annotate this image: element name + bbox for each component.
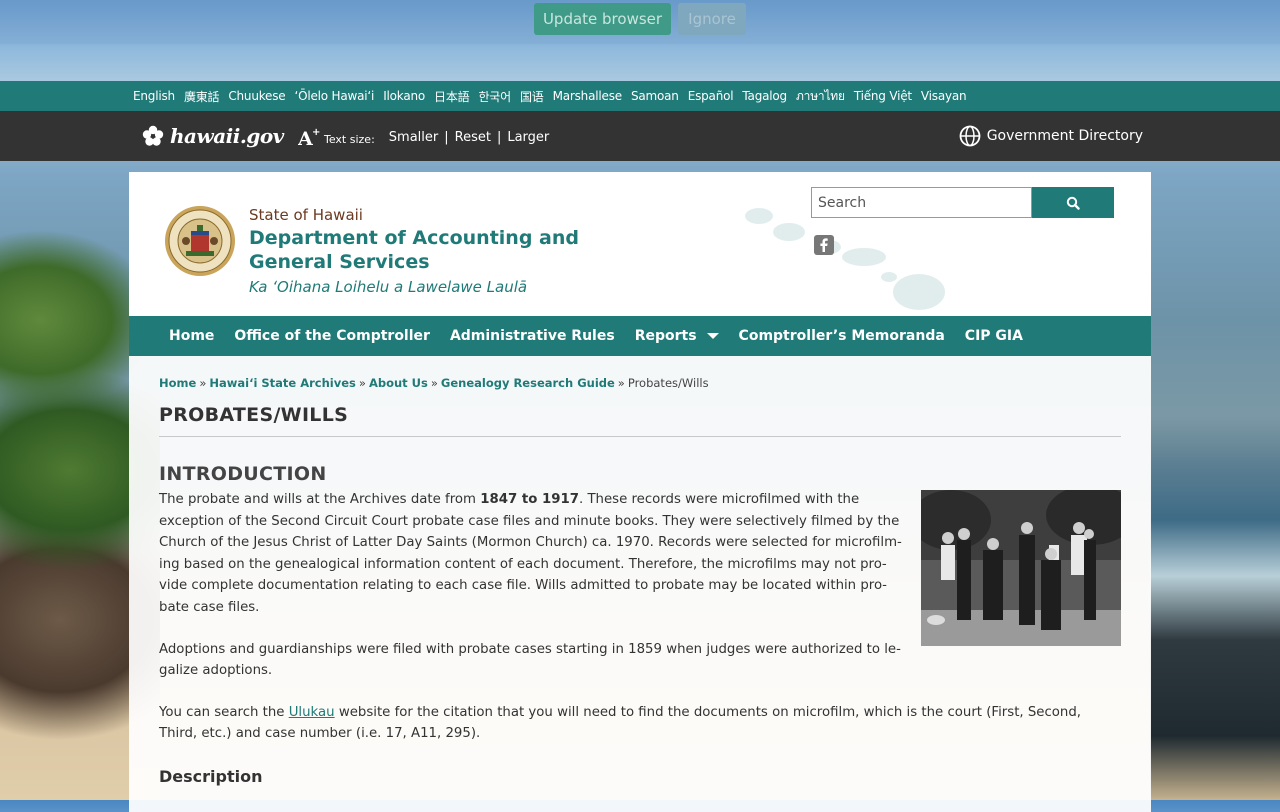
text-size-icon: A + (298, 127, 320, 147)
date-range: 1847 to 1917 (480, 492, 579, 507)
government-directory-label: Government Directory (986, 128, 1143, 144)
breadcrumb: Home» Hawaiʻi State Archives» About Us» Gen… (159, 376, 1121, 390)
separator: | (444, 129, 449, 145)
search-input[interactable] (811, 187, 1032, 218)
language-link[interactable]: ʻŌlelo Hawaiʻi (294, 89, 374, 103)
language-link[interactable]: ภาษาไทย (796, 87, 845, 106)
page-title: PROBATES/WILLS (159, 404, 1121, 437)
globe-icon (959, 125, 981, 147)
nav-item-label: Reports (634, 328, 697, 344)
nav-item-label: Comptroller’s Memoranda (738, 328, 945, 344)
breadcrumb-separator: » (358, 376, 366, 390)
page-content: Home» Hawaiʻi State Archives» About Us» Gen… (159, 356, 1121, 786)
chevron-down-icon (706, 333, 719, 339)
breadcrumb-separator: » (617, 376, 625, 390)
language-link[interactable]: Español (688, 89, 734, 103)
separator: | (496, 129, 502, 145)
language-link[interactable]: Chuukese (228, 89, 285, 103)
text-smaller-link[interactable]: Smaller (389, 130, 438, 145)
language-link[interactable]: 国语 (520, 88, 544, 105)
site-header: State of Hawaii Department of Accounting… (129, 172, 1151, 316)
svg-text:+: + (312, 127, 320, 138)
main-card: State of Hawaii Department of Accounting… (129, 172, 1151, 812)
description-heading: Description (159, 766, 263, 786)
state-seal-icon (165, 206, 235, 276)
nav-item-label: Office of the Comptroller (234, 328, 430, 344)
language-link[interactable]: Marshallese (553, 89, 623, 103)
breadcrumb-link[interactable]: Home (159, 376, 196, 390)
nav-item[interactable]: CIP GIA (945, 328, 1023, 344)
language-link[interactable]: Tagalog (742, 89, 787, 103)
intro-text: The probate and wills at the Archives da… (159, 492, 481, 507)
breadcrumb-current: Probates/Wills (627, 376, 709, 390)
svg-text:A: A (298, 128, 313, 147)
search-button[interactable] (1032, 187, 1114, 218)
nav-item[interactable]: Office of the Comptroller (214, 328, 430, 344)
text-reset-link[interactable]: Reset (455, 130, 491, 145)
breadcrumb-separator: » (430, 376, 438, 390)
update-browser-button[interactable]: Update browser (534, 3, 671, 35)
language-list: English 廣東話 Chuukese ʻŌlelo Hawaiʻi Ilokano 日… (133, 81, 975, 111)
language-link[interactable]: Ilokano (383, 89, 425, 103)
nav-item-label: Administrative Rules (449, 328, 615, 344)
hawaii-gov-logo[interactable]: hawaii.gov (142, 124, 284, 148)
historical-family-photo (921, 490, 1121, 646)
language-bar: English 廣東話 Chuukese ʻŌlelo Hawaiʻi Ilokano 日… (0, 81, 1280, 111)
browser-update-bar: Update browser Ignore (0, 0, 1280, 44)
search-icon (1066, 196, 1080, 210)
breadcrumb-link[interactable]: Genealogy Research Guide (441, 376, 615, 390)
nav-item[interactable]: Reports (615, 328, 719, 344)
language-link[interactable]: 日本語 (434, 88, 470, 105)
intro-paragraph-1: The probate and wills at the Archives da… (159, 489, 905, 619)
main-navigation: Home Office of the Comptroller Administrat… (129, 316, 1151, 356)
department-name[interactable]: Department of Accounting and General Ser… (249, 226, 669, 274)
text-larger-link[interactable]: Larger (507, 130, 549, 145)
department-hawaiian-name: Ka ʻOihana Loihelu a Lawelawe Laulā (249, 278, 528, 296)
intro-paragraph-2: Adoptions and guardianships were filed w… (159, 641, 901, 679)
text-size-control: A + Text size: Smaller | Reset | Larger (298, 127, 549, 147)
nav-item[interactable]: Home (129, 328, 214, 344)
breadcrumb-separator: » (199, 376, 207, 390)
introduction-heading: INTRODUCTION (159, 463, 327, 485)
language-link[interactable]: 한국어 (478, 88, 511, 105)
hibiscus-icon (142, 125, 164, 146)
portal-bar: hawaii.gov A + Text size: Smaller | Rese… (0, 111, 1280, 161)
intro-paragraph-3: You can search the Ulukau website for th… (159, 702, 1121, 745)
ignore-button[interactable]: Ignore (678, 3, 746, 35)
nav-item[interactable]: Comptroller’s Memoranda (719, 328, 945, 344)
hawaii-gov-logo-text: hawaii.gov (170, 124, 284, 148)
nav-item-label: CIP GIA (964, 328, 1023, 344)
state-name: State of Hawaii (249, 206, 363, 224)
language-link[interactable]: Tiếng Việt (854, 89, 912, 103)
language-link[interactable]: Samoan (631, 89, 679, 103)
text-size-label: Text size: (324, 132, 375, 146)
facebook-icon[interactable] (814, 235, 834, 255)
intro-text: . These records were microfilmed with th… (159, 492, 902, 615)
language-link[interactable]: 廣東話 (184, 88, 220, 105)
nav-item-label: Home (169, 328, 215, 344)
hawaiian-islands-watermark (745, 208, 945, 310)
breadcrumb-link[interactable]: About Us (369, 376, 428, 390)
intro-text: You can search the (159, 704, 289, 720)
government-directory-link[interactable]: Government Directory (959, 125, 1143, 147)
language-link[interactable]: Visayan (921, 89, 967, 103)
breadcrumb-link[interactable]: Hawaiʻi State Archives (209, 376, 356, 390)
ulukau-link[interactable]: Ulukau (289, 705, 335, 720)
language-link[interactable]: English (133, 89, 175, 103)
nav-item[interactable]: Administrative Rules (430, 328, 615, 344)
